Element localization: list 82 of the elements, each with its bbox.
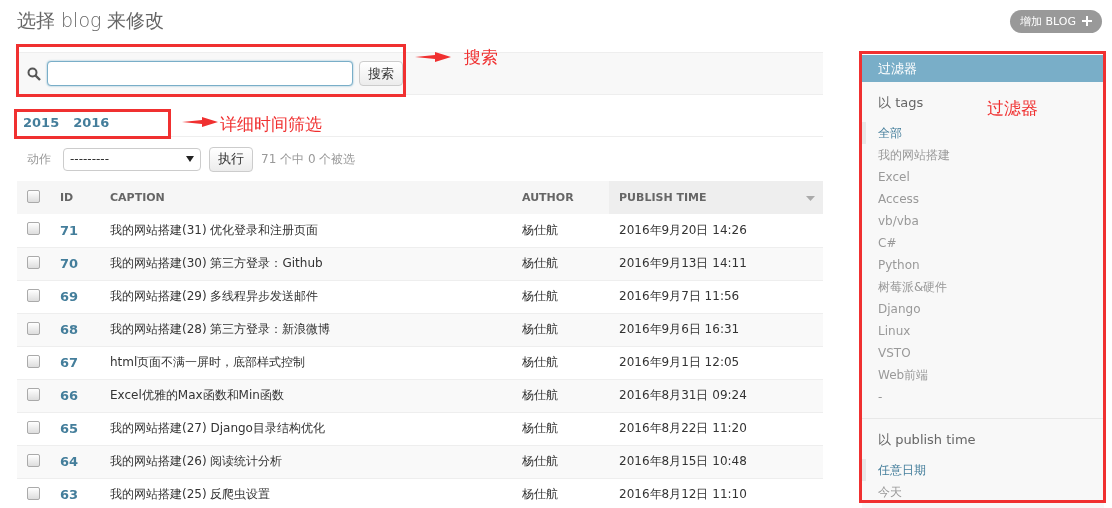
caption-cell: 我的网站搭建(29) 多线程异步发送邮件: [100, 280, 512, 313]
add-button[interactable]: 增加 BLOG: [1010, 9, 1102, 33]
go-button[interactable]: 执行: [209, 146, 253, 172]
caption-cell: Excel优雅的Max函数和Min函数: [100, 379, 512, 412]
caret-icon: [186, 156, 194, 162]
filter-item[interactable]: Python: [862, 254, 1104, 276]
caption-cell: 我的网站搭建(27) Django目录结构优化: [100, 412, 512, 445]
filter-item[interactable]: 树莓派&硬件: [862, 276, 1104, 298]
column-header[interactable]: PUBLISH TIME: [609, 181, 823, 214]
filter-item[interactable]: 今天: [862, 481, 1104, 503]
author-cell: 杨仕航: [512, 346, 609, 379]
caption-cell: 我的网站搭建(28) 第三方登录：新浪微博: [100, 313, 512, 346]
filter-item[interactable]: -: [862, 386, 1104, 408]
caption-cell: html页面不满一屏时，底部样式控制: [100, 346, 512, 379]
row-checkbox[interactable]: [27, 321, 40, 335]
id-link[interactable]: 66: [60, 388, 79, 403]
search-icon: [27, 66, 41, 81]
sort-icon: [806, 196, 815, 201]
plus-icon: [1082, 16, 1092, 26]
row-checkbox[interactable]: [27, 486, 40, 500]
filter-title: 过滤器: [862, 55, 1104, 82]
search-field[interactable]: [47, 61, 353, 86]
filter-item[interactable]: 我的网站搭建: [862, 144, 1104, 166]
column-header[interactable]: CAPTION: [100, 181, 512, 214]
select-all-checkbox[interactable]: [27, 189, 40, 203]
annotation-note: 过滤器: [987, 97, 1038, 120]
publish-time-cell: 2016年9月1日 12:05: [609, 346, 823, 379]
id-link[interactable]: 65: [60, 421, 79, 436]
row-checkbox[interactable]: [27, 288, 40, 302]
id-link[interactable]: 70: [60, 256, 79, 271]
caption-cell: 我的网站搭建(26) 阅读统计分析: [100, 445, 512, 478]
caption-cell: 我的网站搭建(30) 第三方登录：Github: [100, 247, 512, 280]
id-link[interactable]: 68: [60, 322, 79, 337]
author-cell: 杨仕航: [512, 412, 609, 445]
annotation-note: 搜索: [464, 46, 498, 69]
filter-item[interactable]: Web前端: [862, 364, 1104, 386]
action-select[interactable]: ---------: [63, 147, 201, 171]
id-link[interactable]: 64: [60, 454, 79, 469]
filter-item[interactable]: vb/vba: [862, 210, 1104, 232]
id-link[interactable]: 63: [60, 487, 79, 502]
year-link[interactable]: 2015: [23, 115, 60, 130]
search-button[interactable]: 搜索: [359, 61, 403, 86]
filter-item[interactable]: Access: [862, 188, 1104, 210]
row-checkbox[interactable]: [27, 453, 40, 467]
author-cell: 杨仕航: [512, 247, 609, 280]
page-title: 选择 blog 来修改: [17, 8, 165, 33]
column-header[interactable]: ID: [50, 181, 100, 214]
row-checkbox[interactable]: [27, 222, 40, 236]
id-link[interactable]: 71: [60, 222, 79, 238]
publish-time-cell: 2016年9月20日 14:26: [609, 214, 823, 247]
filter-item[interactable]: 任意日期: [862, 459, 1104, 481]
publish-time-cell: 2016年8月22日 11:20: [609, 412, 823, 445]
filter-item[interactable]: Linux: [862, 320, 1104, 342]
author-cell: 杨仕航: [512, 445, 609, 478]
filter-item[interactable]: Excel: [862, 166, 1104, 188]
column-header[interactable]: AUTHOR: [512, 181, 609, 214]
row-checkbox[interactable]: [27, 255, 40, 269]
annotation-note: 详细时间筛选: [220, 113, 322, 136]
filter-item[interactable]: C#: [862, 232, 1104, 254]
publish-time-cell: 2016年8月31日 09:24: [609, 379, 823, 412]
row-checkbox[interactable]: [27, 420, 40, 434]
publish-time-cell: 2016年9月7日 11:56: [609, 280, 823, 313]
author-cell: 杨仕航: [512, 214, 609, 247]
action-label: 动作: [27, 150, 51, 168]
id-link[interactable]: 69: [60, 289, 79, 304]
filter-heading: 以 tags: [878, 94, 924, 112]
author-cell: 杨仕航: [512, 313, 609, 346]
filter-item[interactable]: Django: [862, 298, 1104, 320]
publish-time-cell: 2016年8月15日 10:48: [609, 445, 823, 478]
year-link[interactable]: 2016: [73, 115, 110, 130]
row-checkbox[interactable]: [27, 354, 40, 368]
filter-item[interactable]: VSTO: [862, 342, 1104, 364]
row-checkbox[interactable]: [27, 387, 40, 401]
author-cell: 杨仕航: [512, 379, 609, 412]
author-cell: 杨仕航: [512, 280, 609, 313]
caption-cell: 我的网站搭建(31) 优化登录和注册页面: [100, 214, 512, 247]
filter-heading: 以 publish time: [878, 431, 976, 449]
id-link[interactable]: 67: [60, 355, 79, 370]
publish-time-cell: 2016年9月13日 14:11: [609, 247, 823, 280]
filter-item[interactable]: 全部: [862, 122, 1104, 144]
selection-counter: 71 个中 0 个被选: [261, 150, 356, 168]
publish-time-cell: 2016年9月6日 16:31: [609, 313, 823, 346]
